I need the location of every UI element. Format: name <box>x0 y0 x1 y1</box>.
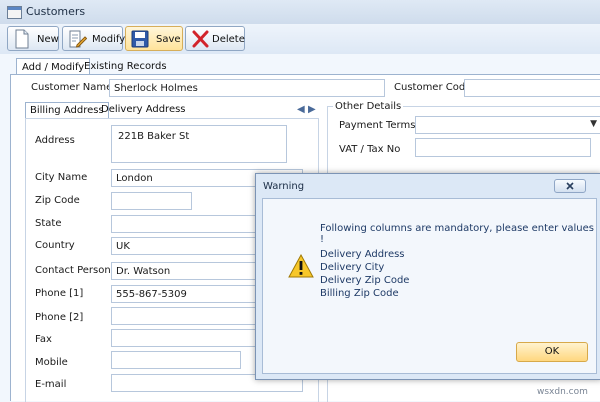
close-icon <box>566 182 574 190</box>
new-document-icon <box>15 29 29 49</box>
zip-code-field[interactable] <box>111 192 192 210</box>
state-label: State <box>35 218 62 229</box>
mobile-field[interactable] <box>111 351 241 369</box>
address-label: Address <box>35 135 75 146</box>
new-button-label: New <box>37 34 59 45</box>
mandatory-field-item: Delivery Zip Code <box>320 275 410 286</box>
contact-person-label: Contact Person <box>35 265 111 276</box>
save-button-label: Save <box>156 34 181 45</box>
customer-name-field[interactable]: Sherlock Holmes <box>109 79 385 97</box>
dialog-close-button[interactable] <box>554 179 586 193</box>
payment-terms-label: Payment Terms <box>339 120 416 131</box>
vat-tax-field[interactable] <box>415 138 591 157</box>
address-field[interactable]: 221B Baker St <box>111 125 287 163</box>
tab-existing-records[interactable]: Existing Records <box>79 58 172 75</box>
delete-button-label: Delete <box>212 34 245 45</box>
tab-scroll-right-icon[interactable]: ▶ <box>308 104 316 115</box>
main-tabs: Add / Modify Existing Records <box>0 54 600 76</box>
delete-x-icon <box>192 30 209 48</box>
warning-triangle-icon <box>288 254 314 278</box>
phone-1-label: Phone [1] <box>35 288 84 299</box>
mandatory-field-item: Billing Zip Code <box>320 288 399 299</box>
window-title: Customers <box>26 5 86 18</box>
modify-button[interactable]: Modify <box>62 26 126 51</box>
country-label: Country <box>35 240 75 251</box>
delete-button[interactable]: Delete <box>185 26 245 51</box>
warning-dialog: Warning Following columns are mandatory,… <box>255 173 600 380</box>
payment-terms-select[interactable]: ▼ <box>415 116 600 134</box>
mobile-label: Mobile <box>35 357 68 368</box>
other-details-title: Other Details <box>333 101 404 112</box>
customer-name-label: Customer Name <box>31 82 113 93</box>
toolbar: New Modify Save Delete <box>0 24 600 54</box>
edit-document-icon <box>69 30 87 48</box>
vat-tax-label: VAT / Tax No <box>339 144 401 155</box>
save-button[interactable]: Save <box>125 26 183 51</box>
app-window-icon <box>7 6 22 19</box>
phone-2-label: Phone [2] <box>35 312 84 323</box>
customer-code-field[interactable] <box>464 79 600 97</box>
tab-delivery-address[interactable]: Delivery Address <box>97 102 190 118</box>
dialog-message: Following columns are mandatory, please … <box>320 223 594 245</box>
zip-code-label: Zip Code <box>35 195 80 206</box>
mandatory-field-item: Delivery City <box>320 262 385 273</box>
save-disk-icon <box>131 30 149 48</box>
chevron-down-icon: ▼ <box>590 119 597 129</box>
tab-scroll-left-icon[interactable]: ◀ <box>297 104 305 115</box>
dialog-body: Following columns are mandatory, please … <box>262 198 597 374</box>
dialog-title-bar: Warning <box>256 174 600 198</box>
new-button[interactable]: New <box>7 26 59 51</box>
email-label: E-mail <box>35 379 67 390</box>
fax-label: Fax <box>35 334 52 345</box>
customer-code-label: Customer Code <box>394 82 472 93</box>
ok-button[interactable]: OK <box>516 342 588 362</box>
dialog-title: Warning <box>263 181 305 192</box>
mandatory-field-item: Delivery Address <box>320 249 405 260</box>
watermark: wsxdn.com <box>537 387 588 397</box>
window-title-bar: Customers <box>0 0 600 24</box>
modify-button-label: Modify <box>92 34 126 45</box>
city-name-label: City Name <box>35 172 88 183</box>
